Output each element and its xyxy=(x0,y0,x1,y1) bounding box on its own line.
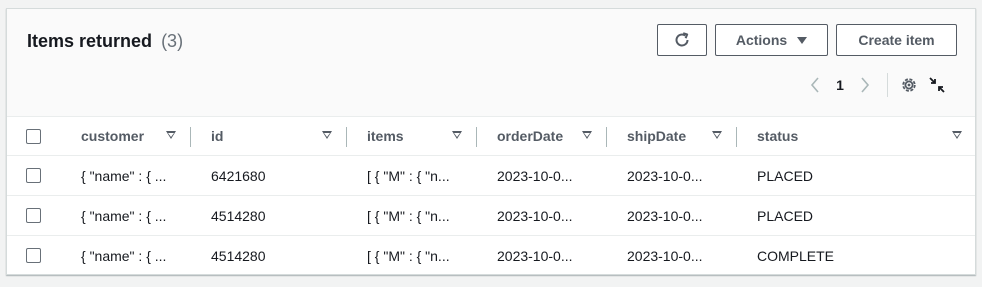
column-divider[interactable] xyxy=(476,127,477,147)
items-panel: Items returned (3) Actions Create item 1 xyxy=(6,8,976,275)
cell-status[interactable]: PLACED xyxy=(757,156,813,195)
actions-label: Actions xyxy=(735,32,788,48)
cell-id[interactable]: 6421680 xyxy=(211,156,266,195)
column-divider[interactable] xyxy=(736,127,737,147)
previous-page-button[interactable] xyxy=(805,75,825,95)
cell-orderdate[interactable]: 2023-10-0... xyxy=(497,156,573,195)
table-header-bar: Items returned (3) Actions Create item 1 xyxy=(7,9,975,117)
column-header-orderdate[interactable]: orderDate xyxy=(497,117,563,155)
collapse-icon xyxy=(929,77,945,93)
select-all-checkbox[interactable] xyxy=(26,129,41,144)
page-title: Items returned (3) xyxy=(27,31,183,52)
title-text: Items returned xyxy=(27,31,153,51)
cell-shipdate[interactable]: 2023-10-0... xyxy=(627,156,703,195)
cell-customer[interactable]: { "name" : { ... xyxy=(81,156,166,195)
sort-icon[interactable] xyxy=(166,131,176,139)
next-page-button[interactable] xyxy=(855,75,875,95)
cell-id[interactable]: 4514280 xyxy=(211,236,266,274)
chevron-left-icon xyxy=(810,77,819,93)
cell-customer[interactable]: { "name" : { ... xyxy=(81,196,166,235)
refresh-button[interactable] xyxy=(657,24,707,56)
sort-icon[interactable] xyxy=(452,131,462,139)
column-header-shipdate[interactable]: shipDate xyxy=(627,117,686,155)
pager-divider xyxy=(887,73,888,97)
pagination: 1 xyxy=(805,73,948,97)
item-count: (3) xyxy=(161,31,184,51)
column-header-id[interactable]: id xyxy=(211,117,223,155)
actions-button[interactable]: Actions xyxy=(715,24,828,56)
table-row[interactable]: { "name" : { ... 6421680 [ { "M" : { "n.… xyxy=(7,156,975,196)
cell-shipdate[interactable]: 2023-10-0... xyxy=(627,196,703,235)
cell-status[interactable]: PLACED xyxy=(757,196,813,235)
cell-orderdate[interactable]: 2023-10-0... xyxy=(497,196,573,235)
table-header-row: customer id items orderDate shipDate sta… xyxy=(7,117,975,156)
row-checkbox[interactable] xyxy=(26,208,41,223)
cell-items[interactable]: [ { "M" : { "n... xyxy=(367,236,450,274)
cell-items[interactable]: [ { "M" : { "n... xyxy=(367,156,450,195)
table-row[interactable]: { "name" : { ... 4514280 [ { "M" : { "n.… xyxy=(7,196,975,236)
cell-items[interactable]: [ { "M" : { "n... xyxy=(367,196,450,235)
cell-status[interactable]: COMPLETE xyxy=(757,236,834,274)
caret-down-icon xyxy=(797,36,808,44)
sort-icon[interactable] xyxy=(712,131,722,139)
preferences-button[interactable] xyxy=(898,74,920,96)
collapse-button[interactable] xyxy=(926,74,948,96)
column-header-status[interactable]: status xyxy=(757,117,798,155)
current-page[interactable]: 1 xyxy=(825,77,855,93)
gear-icon xyxy=(902,78,916,92)
cell-id[interactable]: 4514280 xyxy=(211,196,266,235)
sort-icon[interactable] xyxy=(582,131,592,139)
refresh-icon xyxy=(675,32,689,47)
cell-shipdate[interactable]: 2023-10-0... xyxy=(627,236,703,274)
cell-customer[interactable]: { "name" : { ... xyxy=(81,236,166,274)
table-row[interactable]: { "name" : { ... 4514280 [ { "M" : { "n.… xyxy=(7,236,975,274)
create-item-label: Create item xyxy=(858,32,935,48)
sort-icon[interactable] xyxy=(952,131,962,139)
chevron-right-icon xyxy=(861,77,870,93)
column-divider[interactable] xyxy=(346,127,347,147)
column-divider[interactable] xyxy=(606,127,607,147)
column-divider[interactable] xyxy=(190,127,191,147)
row-checkbox[interactable] xyxy=(26,248,41,263)
items-table: customer id items orderDate shipDate sta… xyxy=(7,117,975,274)
cell-orderdate[interactable]: 2023-10-0... xyxy=(497,236,573,274)
sort-icon[interactable] xyxy=(322,131,332,139)
column-header-customer[interactable]: customer xyxy=(81,117,144,155)
create-item-button[interactable]: Create item xyxy=(836,24,957,56)
row-checkbox[interactable] xyxy=(26,168,41,183)
column-header-items[interactable]: items xyxy=(367,117,404,155)
